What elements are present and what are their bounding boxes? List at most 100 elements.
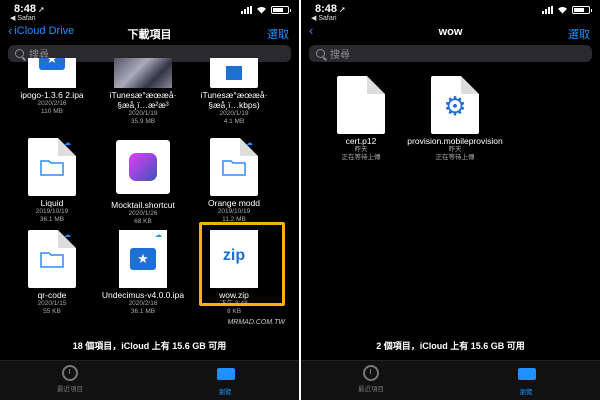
file-name: ipogo-1.3.6 2.ipa xyxy=(20,90,84,100)
signal-icon xyxy=(241,6,252,14)
gear-icon: ⚙ xyxy=(443,91,467,121)
clock-icon xyxy=(62,365,78,381)
files-wow-folder-panel: 8:48 ➚ ◀ Safari ‹ wow 選取 搜尋 cert.p12 昨天 正… xyxy=(301,0,600,400)
tab-bar: 最近項目 瀏覽 xyxy=(301,360,600,400)
folder-item-liquid[interactable]: ☁ Liquid 2019/10/19 36.1 MB xyxy=(10,138,94,223)
tab-label: 最近項目 xyxy=(57,386,83,393)
file-date: 昨天 xyxy=(354,146,368,153)
select-button[interactable]: 選取 xyxy=(568,26,590,42)
file-size: 110 MB xyxy=(41,107,63,115)
folder-document-icon: ☁ xyxy=(28,138,76,196)
file-name: Liquid xyxy=(40,198,64,208)
tab-label: 瀏覽 xyxy=(519,389,533,396)
folder-icon xyxy=(217,368,235,384)
page-title: wow xyxy=(438,26,463,38)
file-item-cert[interactable]: cert.p12 昨天 正在等待上傳 xyxy=(319,76,403,161)
tab-recents[interactable]: 最近項目 xyxy=(341,365,401,393)
cloud-icon: ☁ xyxy=(64,140,71,147)
star-app-icon: ☁ ★ xyxy=(119,230,167,288)
cloud-icon: ☁ xyxy=(155,232,162,239)
signal-icon xyxy=(542,6,553,14)
tab-bar: 最近項目 瀏覽 xyxy=(0,360,299,400)
system-indicators xyxy=(241,6,291,14)
file-size: 36.1 MB xyxy=(130,307,156,315)
page-title: 下載項目 xyxy=(127,29,172,41)
folder-icon xyxy=(40,252,64,268)
file-item-itunes-2[interactable]: iTunesæ°æœæå· §æå¸ï…kbps) 2020/1/19 4.1 … xyxy=(192,58,276,125)
clock-icon xyxy=(363,365,379,381)
navigation-bar: ‹ wow 選取 xyxy=(301,24,600,42)
file-item-ipogo[interactable]: ★ ipogo-1.3.6 2.ipa 2020/2/16 110 MB xyxy=(10,58,94,115)
file-size: 35.9 MB xyxy=(130,117,156,125)
back-to-safari[interactable]: ◀ Safari xyxy=(10,14,36,22)
file-item-mocktail[interactable]: Mocktail.shortcut 2020/1/26 68 KB xyxy=(101,138,185,225)
file-name: Orange modd xyxy=(208,198,260,208)
files-downloads-panel: 8:48 ➚ ◀ Safari ‹ iCloud Drive 下載項目 選取 搜尋… xyxy=(0,0,299,400)
file-date: 2019/10/19 xyxy=(35,208,69,215)
file-size: 68 KB xyxy=(134,217,152,225)
wifi-icon xyxy=(257,6,266,14)
file-size: 55 KB xyxy=(43,307,61,315)
navigation-bar: ‹ iCloud Drive 下載項目 選取 xyxy=(0,24,299,42)
wifi-icon xyxy=(558,6,567,14)
file-date: 2020/1/19 xyxy=(219,110,249,117)
file-date: 2019/10/19 xyxy=(217,208,251,215)
search-icon xyxy=(316,49,325,58)
storage-summary: 2 個項目，iCloud 上有 15.6 GB 可用 xyxy=(376,341,525,351)
folder-icon xyxy=(518,368,536,384)
storage-summary: 18 個項目，iCloud 上有 15.6 GB 可用 xyxy=(72,341,227,351)
folder-document-icon: ☁ xyxy=(210,138,258,196)
file-status: 正在等待上傳 xyxy=(341,153,381,161)
file-item-undecimus[interactable]: ☁ ★ Undecimus-v4.0.0.ipa 2020/2/16 36.1 … xyxy=(101,230,185,315)
file-size: 4.1 MB xyxy=(223,117,245,125)
star-app-icon: ★ xyxy=(28,58,76,88)
file-date: 2020/1/15 xyxy=(37,300,67,307)
tab-recents[interactable]: 最近項目 xyxy=(40,365,100,393)
provision-file-icon: ⚙ xyxy=(431,76,479,134)
folder-item-orange-modd[interactable]: ☁ Orange modd 2019/10/19 11.2 MB xyxy=(192,138,276,223)
file-name: provision.mobileprovision xyxy=(407,136,503,146)
search-field[interactable]: 搜尋 xyxy=(309,45,592,62)
file-name: Mocktail.shortcut xyxy=(111,200,175,210)
file-size: 8 KB xyxy=(226,307,242,315)
file-date: 2020/2/16 xyxy=(128,300,158,307)
watermark: MRMAD.COM.TW xyxy=(227,319,285,326)
file-name: Undecimus-v4.0.0.ipa xyxy=(101,290,185,300)
file-name: qr-code xyxy=(37,290,67,300)
file-item-provision[interactable]: ⚙ provision.mobileprovision 昨天 正在等待上傳 xyxy=(407,76,503,161)
file-date: 2020/1/26 xyxy=(128,210,158,217)
status-bar: 8:48 ➚ ◀ Safari xyxy=(0,2,299,24)
cloud-icon: ☁ xyxy=(64,232,71,239)
tab-label: 瀏覽 xyxy=(218,389,232,396)
folder-item-qr-code[interactable]: ☁ qr-code 2020/1/15 55 KB xyxy=(10,230,94,315)
audio-file-icon xyxy=(210,58,258,88)
system-indicators xyxy=(542,6,592,14)
blank-file-icon xyxy=(337,76,385,134)
file-date: 2020/2/16 xyxy=(37,100,67,107)
file-status: 正在等待上傳 xyxy=(435,153,475,161)
select-button[interactable]: 選取 xyxy=(267,26,289,42)
battery-icon xyxy=(572,6,592,14)
search-icon xyxy=(15,49,24,58)
back-to-safari[interactable]: ◀ Safari xyxy=(311,14,337,22)
highlight-box xyxy=(199,222,285,306)
tab-browse[interactable]: 瀏覽 xyxy=(195,365,255,396)
search-placeholder: 搜尋 xyxy=(330,50,350,61)
shortcuts-icon xyxy=(116,140,170,194)
file-name: cert.p12 xyxy=(345,136,377,146)
status-bar: 8:48 ➚ ◀ Safari xyxy=(301,2,600,24)
file-date: 2020/1/19 xyxy=(128,110,158,117)
battery-icon xyxy=(271,6,291,14)
cloud-icon: ☁ xyxy=(246,140,253,147)
folder-icon xyxy=(40,160,64,176)
folder-icon xyxy=(222,160,246,176)
folder-document-icon: ☁ xyxy=(28,230,76,288)
photo-thumbnail xyxy=(114,58,172,88)
file-date: 昨天 xyxy=(448,146,462,153)
tab-browse[interactable]: 瀏覽 xyxy=(496,365,556,396)
file-name: iTunesæ°æœæå· §æå¸ï…æ²æ³ xyxy=(109,90,177,110)
file-item-itunes-1[interactable]: iTunesæ°æœæå· §æå¸ï…æ²æ³ 2020/1/19 35.9 … xyxy=(101,58,185,125)
tab-label: 最近項目 xyxy=(358,386,384,393)
file-name: iTunesæ°æœæå· §æå¸ï…kbps) xyxy=(200,90,268,110)
file-size: 36.1 MB xyxy=(39,215,65,223)
